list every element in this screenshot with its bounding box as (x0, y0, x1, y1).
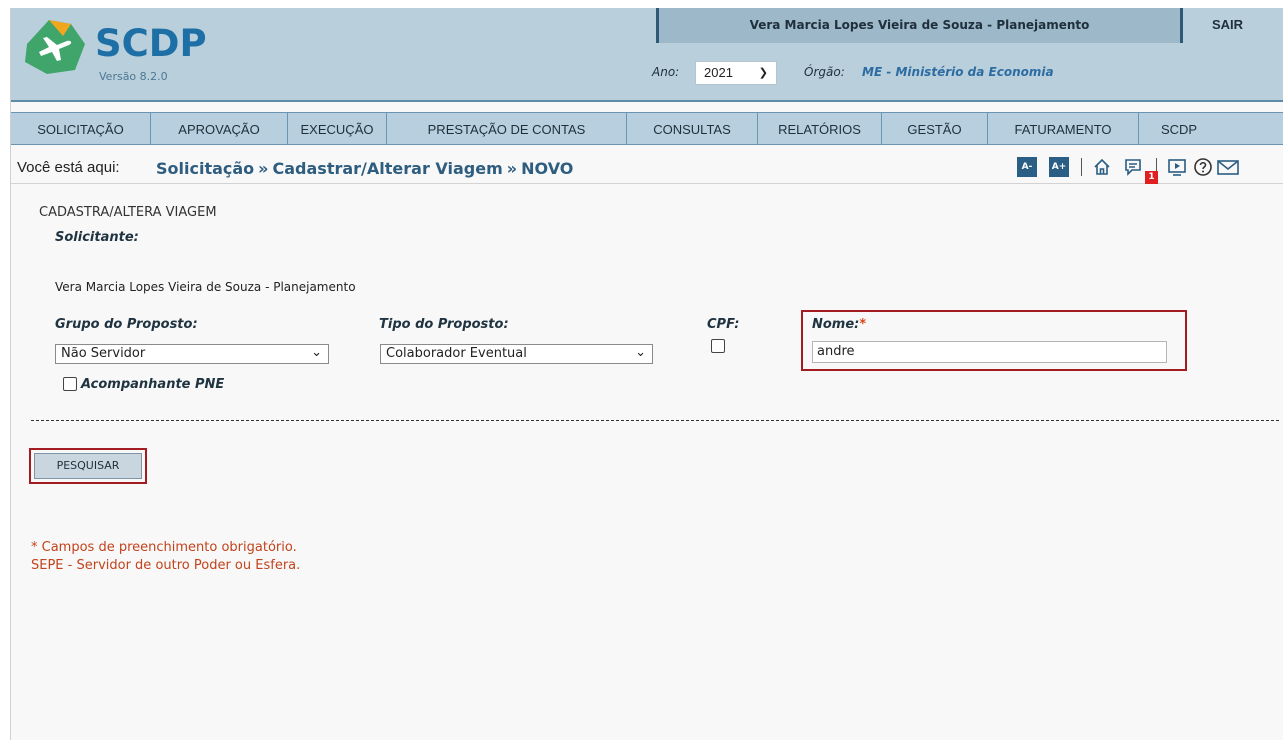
nome-input[interactable]: andre (812, 341, 1167, 363)
logout-link[interactable]: SAIR (1212, 17, 1243, 32)
font-increase-button[interactable]: A+ (1049, 157, 1069, 177)
sepe-note: SEPE - Servidor de outro Poder ou Esfera… (31, 558, 301, 573)
user-bar: Vera Marcia Lopes Vieira de Souza - Plan… (656, 8, 1183, 43)
org-link[interactable]: ME - Ministério da Economia (862, 65, 1054, 79)
breadcrumb-item-cadastrar[interactable]: Cadastrar/Alterar Viagem (273, 159, 503, 178)
nome-label: Nome:* (812, 317, 866, 332)
year-label: Ano: (652, 65, 680, 79)
user-name: Vera Marcia Lopes Vieira de Souza - Plan… (749, 18, 1090, 32)
chevron-down-icon: ⌄ (311, 345, 322, 360)
messages-icon[interactable] (1124, 157, 1144, 177)
grupo-proposto-value: Não Servidor (61, 346, 146, 361)
nome-label-text: Nome: (812, 317, 860, 332)
brand-title: SCDP (95, 22, 207, 65)
acompanhante-label[interactable]: Acompanhante PNE (81, 377, 224, 392)
app-header: SCDP Versão 8.2.0 Vera Marcia Lopes Viei… (11, 8, 1283, 102)
tipo-proposto-select[interactable]: Colaborador Eventual ⌄ (380, 344, 653, 364)
menu-item-consultas[interactable]: CONSULTAS (627, 113, 758, 144)
messages-count-badge: 1 (1145, 171, 1158, 184)
menu-item-aprovacao[interactable]: APROVAÇÃO (151, 113, 288, 144)
tipo-proposto-label: Tipo do Proposto: (379, 317, 509, 332)
breadcrumb-bar: Você está aqui: Solicitação» Cadastrar/Al… (11, 149, 1283, 184)
menu-item-execucao[interactable]: EXECUÇÃO (288, 113, 387, 144)
video-icon[interactable] (1167, 157, 1187, 177)
mail-icon[interactable] (1217, 157, 1239, 177)
toolbar-divider (1081, 158, 1082, 176)
breadcrumb-item-novo: NOVO (521, 159, 574, 178)
chevron-down-icon: ⌄ (635, 345, 646, 360)
search-button[interactable]: PESQUISAR (34, 453, 142, 479)
menu-item-solicitacao[interactable]: SOLICITAÇÃO (11, 113, 151, 144)
page-title: CADASTRA/ALTERA VIAGEM (39, 205, 217, 220)
tipo-proposto-value: Colaborador Eventual (386, 346, 527, 361)
acompanhante-checkbox[interactable] (63, 377, 77, 391)
font-decrease-button[interactable]: A- (1017, 157, 1037, 177)
cpf-checkbox[interactable] (711, 339, 725, 353)
version-label: Versão 8.2.0 (99, 70, 168, 83)
breadcrumb: Solicitação» Cadastrar/Alterar Viagem» NOV… (156, 159, 573, 178)
help-icon[interactable] (1193, 157, 1213, 177)
solicitante-value: Vera Marcia Lopes Vieira de Souza - Plan… (55, 280, 356, 294)
breadcrumb-prefix: Você está aqui: (17, 159, 120, 176)
org-label: Órgão: (804, 65, 845, 79)
menu-item-scdp[interactable]: SCDP (1139, 113, 1219, 144)
menu-item-gestao[interactable]: GESTÃO (882, 113, 988, 144)
menu-item-faturamento[interactable]: FATURAMENTO (988, 113, 1139, 144)
chevron-right-icon: » (506, 159, 518, 178)
grupo-proposto-label: Grupo do Proposto: (55, 317, 198, 332)
menu-item-relatorios[interactable]: RELATÓRIOS (758, 113, 882, 144)
cpf-label: CPF: (707, 317, 740, 332)
chevron-down-icon: ❯ (758, 67, 768, 79)
chevron-right-icon: » (258, 159, 269, 178)
menu-item-prestacao-de-contas[interactable]: PRESTAÇÃO DE CONTAS (387, 113, 627, 144)
home-icon[interactable] (1092, 157, 1112, 177)
breadcrumb-item-solicitacao[interactable]: Solicitação (156, 159, 254, 178)
form-divider (31, 420, 1279, 421)
search-button-highlight: PESQUISAR (29, 448, 147, 484)
main-menu: SOLICITAÇÃO APROVAÇÃO EXECUÇÃO PRESTAÇÃO… (11, 112, 1283, 145)
scdp-logo-icon (25, 20, 85, 74)
year-value: 2021 (704, 65, 733, 80)
app-frame: SCDP Versão 8.2.0 Vera Marcia Lopes Viei… (10, 8, 1283, 740)
solicitante-label: Solicitante: (55, 230, 139, 245)
required-marker: * (859, 317, 867, 332)
grupo-proposto-select[interactable]: Não Servidor ⌄ (55, 344, 329, 364)
required-note: * Campos de preenchimento obrigatório. (31, 540, 297, 555)
year-select[interactable]: 2021 ❯ (695, 61, 777, 85)
